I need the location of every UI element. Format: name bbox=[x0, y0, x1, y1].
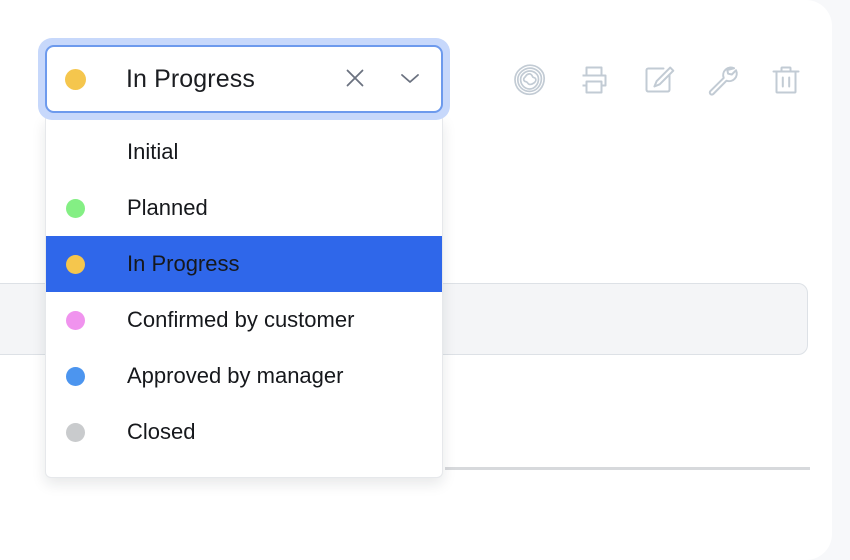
clear-button[interactable] bbox=[341, 64, 369, 95]
option-label: Initial bbox=[127, 139, 179, 164]
print-button[interactable] bbox=[562, 55, 626, 105]
expand-button[interactable] bbox=[395, 63, 425, 96]
option-label: Approved by manager bbox=[127, 363, 344, 388]
toolbar bbox=[498, 55, 818, 105]
option-color-dot bbox=[66, 422, 85, 442]
option-label: Closed bbox=[127, 419, 196, 444]
close-icon bbox=[341, 64, 369, 95]
section-divider bbox=[445, 467, 810, 470]
dropdown-option[interactable]: Confirmed by customer bbox=[46, 292, 442, 348]
dropdown-option[interactable]: Planned bbox=[46, 180, 442, 236]
option-label: Confirmed by customer bbox=[127, 307, 355, 332]
delete-button[interactable] bbox=[754, 55, 818, 105]
dropdown-option[interactable]: Approved by manager bbox=[46, 348, 442, 404]
option-label: Planned bbox=[127, 195, 208, 220]
wrench-icon bbox=[704, 62, 740, 98]
option-label: In Progress bbox=[127, 251, 240, 276]
status-dropdown-menu[interactable]: Initial Planned In Progress Confirmed by cu… bbox=[45, 117, 443, 478]
option-color-dot bbox=[66, 366, 85, 386]
option-color-dot bbox=[66, 143, 85, 162]
settings-button[interactable] bbox=[690, 55, 754, 105]
dropdown-option[interactable]: Initial bbox=[46, 124, 442, 180]
contour-map-icon bbox=[512, 62, 548, 98]
dropdown-option[interactable]: In Progress bbox=[46, 236, 442, 292]
map-button[interactable] bbox=[498, 55, 562, 105]
dropdown-option[interactable]: Closed bbox=[46, 404, 442, 460]
status-select[interactable]: In Progress bbox=[45, 45, 443, 113]
edit-button[interactable] bbox=[626, 55, 690, 105]
option-color-dot bbox=[66, 310, 85, 330]
option-color-dot bbox=[66, 198, 85, 218]
chevron-down-icon bbox=[395, 63, 425, 96]
edit-icon bbox=[640, 62, 676, 98]
screen-root: Initial Planned In Progress Confirmed by cu… bbox=[0, 0, 850, 560]
status-color-dot bbox=[65, 68, 86, 90]
option-color-dot bbox=[66, 254, 85, 274]
status-select-focus-ring: In Progress bbox=[38, 38, 450, 120]
trash-icon bbox=[768, 62, 804, 98]
status-select-value: In Progress bbox=[126, 64, 255, 93]
status-select-actions bbox=[341, 63, 425, 96]
print-icon bbox=[576, 62, 612, 98]
